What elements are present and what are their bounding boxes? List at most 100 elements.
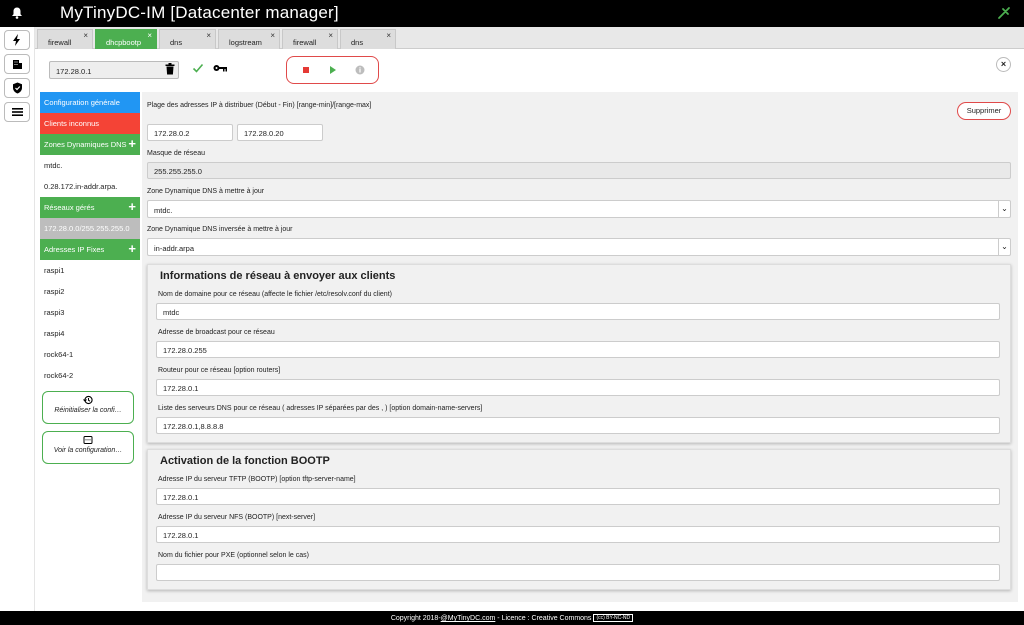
file-code-icon xyxy=(83,436,93,444)
tab-label: firewall xyxy=(48,38,72,47)
info-icon[interactable] xyxy=(355,65,365,75)
reset-config-button[interactable]: Réinitialiser la confi… xyxy=(42,391,134,424)
dns-zone-select[interactable]: mtdc. ⌄ xyxy=(147,200,1011,218)
sidebar-item-host[interactable]: rock64-2 xyxy=(40,365,140,386)
domain-label: Nom de domaine pour ce réseau (affecte l… xyxy=(158,291,392,298)
sidebar-section-networks[interactable]: Réseaux gérés + xyxy=(40,197,140,218)
menu-button[interactable] xyxy=(4,102,30,122)
tab-label: firewall xyxy=(293,38,317,47)
view-config-button[interactable]: Voir la configuration… xyxy=(42,431,134,464)
top-bar: MyTinyDC-IM [Datacenter manager] xyxy=(0,0,1024,27)
range-max-input[interactable]: 172.28.0.20 xyxy=(237,124,323,141)
tab-dns-2[interactable]: dns × xyxy=(340,29,396,49)
reverse-zone-select[interactable]: in-addr.arpa ⌄ xyxy=(147,238,1011,256)
tab-dhcpbootp[interactable]: dhcpbootp × xyxy=(95,29,157,49)
sidebar-item-label: rock64-2 xyxy=(44,371,74,380)
sidebar-section-fixed-ips[interactable]: Adresses IP Fixes + xyxy=(40,239,140,260)
sidebar-item-clients-inconnus[interactable]: Clients inconnus xyxy=(40,113,140,134)
trash-icon[interactable] xyxy=(165,63,175,75)
footer-link[interactable]: @MyTinyDC.com xyxy=(441,615,496,622)
delete-button[interactable]: Supprimer xyxy=(957,102,1011,120)
range-label: Plage des adresses IP à distribuer (Débu… xyxy=(147,102,372,109)
tab-strip: firewall × dhcpbootp × dns × logstream ×… xyxy=(35,27,1024,49)
nfs-input[interactable]: 172.28.0.1 xyxy=(156,526,1000,543)
range-min-input[interactable]: 172.28.0.2 xyxy=(147,124,233,141)
sidebar: Configuration générale Clients inconnus … xyxy=(40,92,140,386)
plug-icon[interactable] xyxy=(996,5,1012,21)
netmask-field: 255.255.255.0 xyxy=(147,162,1011,179)
sidebar-item-host[interactable]: rock64-1 xyxy=(40,344,140,365)
sidebar-item-label: raspi1 xyxy=(44,266,65,275)
sidebar-item-label: Configuration générale xyxy=(44,98,120,107)
bolt-button[interactable] xyxy=(4,30,30,50)
cc-badge: (cc) BY-NC-ND xyxy=(593,614,634,622)
sidebar-item-host[interactable]: raspi1 xyxy=(40,260,140,281)
building-button[interactable] xyxy=(4,54,30,74)
selected-network-field[interactable]: 172.28.0.1 xyxy=(49,61,179,79)
sidebar-item-configuration-generale[interactable]: Configuration générale xyxy=(40,92,140,113)
dns-servers-input[interactable]: 172.28.0.1,8.8.8.8 xyxy=(156,417,1000,434)
sidebar-item-host[interactable]: raspi2 xyxy=(40,281,140,302)
dns-servers-label: Liste des serveurs DNS pour ce réseau ( … xyxy=(158,405,483,412)
tab-label: dns xyxy=(351,38,364,47)
stop-icon[interactable] xyxy=(302,66,310,74)
tab-close-icon[interactable]: × xyxy=(386,31,391,40)
chevron-down-icon: ⌄ xyxy=(998,239,1010,255)
footer: Copyright 2018-@MyTinyDC.com - Licence :… xyxy=(0,611,1024,625)
sidebar-item-label: raspi2 xyxy=(44,287,65,296)
bootp-card: Activation de la fonction BOOTP Adresse … xyxy=(147,449,1011,590)
tab-dns[interactable]: dns × xyxy=(159,29,216,49)
sidebar-item-network[interactable]: 172.28.0.0/255.255.255.0 xyxy=(40,218,140,239)
pxe-label: Nom du fichier pour PXE (optionnel selon… xyxy=(158,552,309,559)
tftp-input[interactable]: 172.28.0.1 xyxy=(156,488,1000,505)
bolt-icon xyxy=(13,34,20,46)
bell-icon[interactable] xyxy=(10,6,24,20)
domain-input[interactable]: mtdc xyxy=(156,303,1000,320)
sidebar-item-label: rock64-1 xyxy=(44,350,74,359)
tab-firewall[interactable]: firewall × xyxy=(37,29,93,49)
chevron-down-icon: ⌄ xyxy=(998,201,1010,217)
footer-copyright: Copyright 2018- xyxy=(390,615,441,622)
nfs-label: Adresse IP du serveur NFS (BOOTP) [next-… xyxy=(158,514,316,521)
sidebar-section-dns-zones[interactable]: Zones Dynamiques DNS + xyxy=(40,134,140,155)
history-icon xyxy=(83,395,93,405)
sidebar-item-label: Zones Dynamiques DNS xyxy=(44,140,127,149)
tab-label: logstream xyxy=(229,38,262,47)
sidebar-item-label: Clients inconnus xyxy=(44,119,100,128)
tftp-label: Adresse IP du serveur TFTP (BOOTP) [opti… xyxy=(158,476,356,483)
key-icon[interactable] xyxy=(213,63,227,73)
add-icon[interactable]: + xyxy=(128,241,136,256)
add-icon[interactable]: + xyxy=(128,136,136,151)
main-form-panel: Plage des adresses IP à distribuer (Débu… xyxy=(142,92,1018,602)
sidebar-item-dns-zone[interactable]: 0.28.172.in-addr.arpa. xyxy=(40,176,140,197)
add-icon[interactable]: + xyxy=(128,199,136,214)
broadcast-input[interactable]: 172.28.0.255 xyxy=(156,341,1000,358)
sidebar-item-label: Adresses IP Fixes xyxy=(44,245,105,254)
tab-label: dhcpbootp xyxy=(106,38,142,47)
router-input[interactable]: 172.28.0.1 xyxy=(156,379,1000,396)
shield-check-icon xyxy=(12,82,22,94)
tab-close-icon[interactable]: × xyxy=(206,31,211,40)
network-info-title: Informations de réseau à envoyer aux cli… xyxy=(160,270,396,282)
play-icon[interactable] xyxy=(328,65,337,75)
footer-licence: - Licence : Creative Commons xyxy=(495,615,592,622)
sidebar-item-label: raspi3 xyxy=(44,308,65,317)
tab-close-icon[interactable]: × xyxy=(270,31,275,40)
sidebar-item-host[interactable]: raspi3 xyxy=(40,302,140,323)
shield-button[interactable] xyxy=(4,78,30,98)
app-title: MyTinyDC-IM [Datacenter manager] xyxy=(60,3,339,22)
sidebar-item-host[interactable]: raspi4 xyxy=(40,323,140,344)
check-icon[interactable] xyxy=(192,62,204,74)
reverse-zone-value: in-addr.arpa xyxy=(154,244,195,253)
tab-logstream[interactable]: logstream × xyxy=(218,29,280,49)
menu-icon xyxy=(11,108,23,116)
tab-close-icon[interactable]: × xyxy=(147,31,152,40)
pxe-input[interactable] xyxy=(156,564,1000,581)
reset-config-label: Réinitialiser la confi… xyxy=(54,407,122,414)
close-panel-icon[interactable]: × xyxy=(996,57,1011,72)
tab-close-icon[interactable]: × xyxy=(83,31,88,40)
tab-firewall-2[interactable]: firewall × xyxy=(282,29,338,49)
sidebar-item-dns-zone[interactable]: mtdc. xyxy=(40,155,140,176)
tab-close-icon[interactable]: × xyxy=(328,31,333,40)
network-info-card: Informations de réseau à envoyer aux cli… xyxy=(147,264,1011,443)
